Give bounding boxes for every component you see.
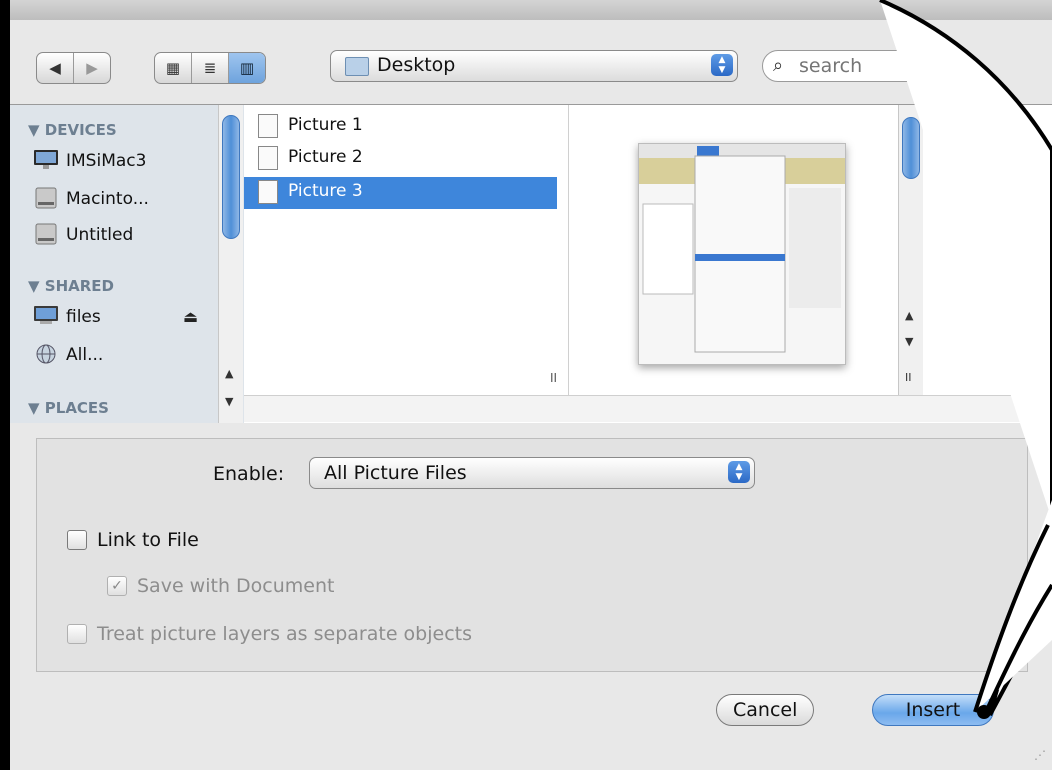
hard-drive-icon [35,223,57,245]
list-item-selected[interactable]: Picture 3 [244,177,557,209]
search-field[interactable]: ⌕ [762,50,964,82]
sidebar-item-files[interactable]: files [66,307,101,327]
image-file-icon [258,146,278,170]
search-icon: ⌕ [773,55,784,76]
image-file-icon [258,180,278,204]
list-view-icon[interactable]: ≣ [192,53,229,83]
forward-arrow-icon[interactable]: ▶ [74,53,110,83]
scroll-thumb[interactable] [902,117,920,179]
preview-image [639,144,845,353]
save-with-document-option[interactable]: ✓ Save with Document [107,571,334,601]
title-bar [0,0,1052,20]
cancel-button[interactable]: Cancel [716,694,815,726]
preview-scrollbar[interactable]: ▲ ▼ II [898,105,923,395]
file-column: Picture 1 Picture 2 Picture 3 II [244,105,569,395]
popup-stepper-icon: ▲ ▼ [728,461,750,483]
treat-layers-checkbox[interactable] [67,624,87,644]
file-browser: ▼ DEVICES IMSiMac3 Macinto... Untitled ▼… [10,104,1052,423]
image-file-icon [258,114,278,138]
search-input[interactable] [797,54,951,78]
folder-icon [345,57,369,76]
scroll-thumb[interactable] [222,115,240,239]
resize-grip-icon[interactable]: ⋰ [1034,748,1046,762]
file-type-popup[interactable]: All Picture Files ▲ ▼ [309,457,755,489]
sidebar-scrollbar[interactable]: ▲ ▼ [218,105,243,423]
link-to-file-label: Link to File [97,529,199,551]
sidebar-item-untitled[interactable]: Untitled [66,225,133,245]
file-preview-thumbnail [638,143,846,365]
hard-drive-icon [35,187,57,209]
file-name: Picture 3 [288,181,363,201]
back-arrow-icon[interactable]: ◀ [37,53,74,83]
sidebar-heading-places[interactable]: ▼ PLACES [28,399,109,417]
link-to-file-option[interactable]: Link to File [67,525,199,555]
insert-button[interactable]: Insert [872,694,994,726]
navigation-buttons: ◀ ▶ [36,52,111,84]
list-item[interactable]: Picture 1 [244,111,557,143]
enable-label: Enable: [213,463,285,485]
network-computer-icon [34,306,58,324]
location-popup[interactable]: Desktop ▲ ▼ [330,50,738,82]
view-mode-buttons: ▦ ≣ ▥ [154,52,266,84]
file-type-value: All Picture Files [324,462,467,484]
save-with-document-label: Save with Document [137,575,335,597]
icon-view-icon[interactable]: ▦ [155,53,192,83]
sidebar-item-all[interactable]: All... [66,345,103,365]
sidebar: ▼ DEVICES IMSiMac3 Macinto... Untitled ▼… [10,105,244,423]
globe-network-icon [36,344,56,364]
file-name: Picture 1 [288,115,363,135]
save-with-document-checkbox[interactable]: ✓ [107,576,127,596]
popup-stepper-icon: ▲ ▼ [711,54,733,76]
column-view-icon[interactable]: ▥ [229,53,265,83]
scroll-down-arrow-icon[interactable]: ▼ [905,335,913,348]
sidebar-heading-shared[interactable]: ▼ SHARED [28,277,114,295]
list-item[interactable]: Picture 2 [244,143,557,175]
location-label: Desktop [377,54,456,76]
sidebar-item-macintosh[interactable]: Macinto... [66,189,149,209]
options-panel: Enable: All Picture Files ▲ ▼ Link to Fil… [36,438,1028,672]
treat-layers-option[interactable]: Treat picture layers as separate objects [67,619,472,649]
horizontal-scrollbar[interactable] [244,395,1052,422]
sidebar-item-imsimac3[interactable]: IMSiMac3 [66,151,146,171]
treat-layers-label: Treat picture layers as separate objects [97,623,472,645]
file-name: Picture 2 [288,147,363,167]
column-resize-handle[interactable]: II [905,371,912,384]
eject-icon[interactable]: ⏏ [183,307,198,326]
toolbar: ◀ ▶ ▦ ≣ ▥ Desktop ▲ ▼ ⌕ [10,20,1052,110]
scroll-up-arrow-icon[interactable]: ▲ [905,309,913,322]
window-frame-edge [0,0,10,770]
sidebar-heading-devices[interactable]: ▼ DEVICES [28,121,117,139]
insert-picture-dialog: ◀ ▶ ▦ ≣ ▥ Desktop ▲▼ ⌕ ▼ DEVICES IMSiMac… [0,0,1052,770]
link-to-file-checkbox[interactable] [67,530,87,550]
column-resize-handle[interactable]: II [550,371,557,385]
imac-icon [34,150,58,169]
scroll-down-arrow-icon[interactable]: ▼ [225,395,233,408]
scroll-up-arrow-icon[interactable]: ▲ [225,367,233,380]
